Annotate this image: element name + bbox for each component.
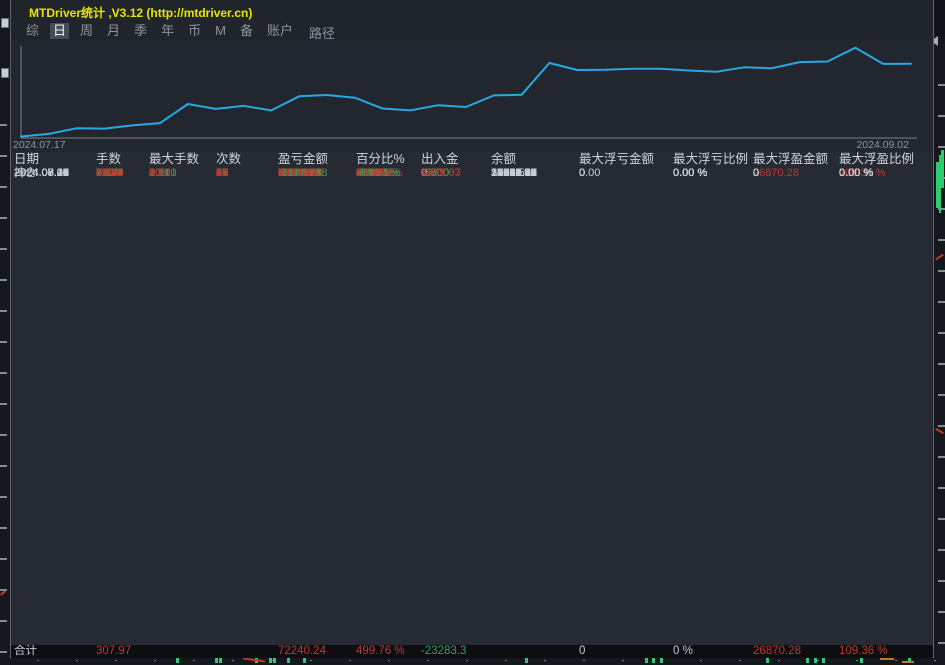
total-value-cell: 307.97 [96,645,132,657]
menu-tab-5[interactable]: 季 [131,23,150,39]
equity-chart-svg [20,46,917,139]
column-header: 百分比% [356,152,405,166]
background-volume-bar [525,658,528,663]
background-panel [935,0,945,34]
column-header: 余额 [491,152,517,166]
background-volume-bar [176,658,179,663]
column-header: 最大浮亏比例 [673,152,749,166]
value-cell: 2.00 [149,167,171,179]
background-window-right-sliver [931,0,945,665]
menu-tab-10[interactable]: 账户 [264,23,296,39]
total-value-cell [216,645,278,658]
background-chart-fragment [880,658,894,660]
background-volume-bar [822,658,825,663]
column-header: 最大浮盈金额 [753,152,829,166]
background-volume-bar [215,658,218,663]
column-header: 最大浮盈比例 [839,152,915,166]
background-scroll-button [1,18,9,28]
total-value-cell: 499.76 % [356,645,405,657]
chart-start-date-label: 2024.07.17 [13,139,66,151]
value-cell: 6.91 [96,167,118,179]
chart-end-date-label: 2024.09.02 [856,139,909,151]
menu-tab-3[interactable]: 周 [77,23,96,39]
menu-tab-2[interactable]: 日 [50,23,70,39]
total-value-cell [149,645,216,658]
value-cell: 24 [216,167,229,179]
equity-chart-pane[interactable]: 2024.07.17 2024.09.02 [11,40,933,152]
background-chart-fragment [902,661,914,663]
background-volume-bar [273,658,276,663]
menu-tab-7[interactable]: 币 [185,23,204,39]
table-row[interactable]: 2024.07.17 6.91 2.00 24 974.83 22.36 % 4359.67… [11,166,933,180]
background-axis-ticks [0,95,7,655]
column-header: 日期 [14,152,40,166]
total-value-cell: -23283.3 [421,645,467,657]
background-volume-bar [766,658,769,663]
window-title: MTDriver统计 ,V3.12 (http://mtdriver.cn) [29,6,253,20]
background-volume-bar [645,658,648,663]
background-volume-bar [860,658,863,663]
background-volume-bar [303,658,306,663]
background-volume-bar [806,658,809,663]
total-value-cell: 0 [579,645,586,657]
column-header: 最大浮亏金额 [579,152,655,166]
total-value-cell: 0 % [673,645,693,657]
value-cell: 5334.50 [491,167,531,179]
background-candle [936,162,939,208]
background-candle [941,150,944,188]
menu-bar: 综日周月季年币 M 备账户 路径 [11,22,933,41]
total-value-cell: 109.36 % [839,645,888,657]
title-bar[interactable]: MTDriver统计 ,V3.12 (http://mtdriver.cn) [11,0,933,22]
menu-tab-9[interactable]: 备 [237,23,256,39]
column-header: 手数 [96,152,122,166]
column-header: 最大手数 [149,152,200,166]
total-value-cell [491,645,579,658]
column-header: 盈亏金额 [278,152,329,166]
total-value-cell: 26870.28 [753,645,801,657]
background-volume-bar [287,658,290,663]
background-volume-bar [269,658,272,663]
table-total-row: 合计 307.97 72240.24 499.76 % -23283.3 0 0 % 2687… [11,645,933,658]
background-scroll-button [1,68,9,78]
value-cell: 0 [579,167,586,179]
value-cell: 0.00 % [673,167,708,179]
equity-curve [20,46,912,138]
background-window-left-sliver [0,0,10,665]
value-cell: 974.83 [278,167,312,179]
date-cell: 2024.07.17 [14,167,70,179]
background-volume-bar [652,658,655,663]
background-time-axis-ticks [0,660,945,661]
mtdriver-stats-window: MTDriver统计 ,V3.12 (http://mtdriver.cn) 综… [10,0,934,658]
value-cell: 22.36 % [356,167,397,179]
column-header: 次数 [216,152,242,166]
background-volume-bar [814,658,817,663]
total-value-cell: 72240.24 [278,645,326,657]
menu-tabs: 综日周月季年币 M 备账户 [23,22,296,40]
total-label-cell: 合计 [14,645,37,657]
table-header-row: 日期 手数 最大手数 次数 盈亏金额 百分比% 出入金 余额 最大浮亏金额 最大浮亏比例 最大浮盈金… [11,152,933,166]
menu-tab-4[interactable]: 月 [104,23,123,39]
column-header: 出入金 [421,152,459,166]
value-cell: 0.00 % [839,167,874,179]
background-volume-bar [660,658,663,663]
background-axis-ticks [938,55,945,655]
value-cell: 4359.67 [421,167,461,179]
background-volume-bar [219,658,222,663]
menu-tab-8[interactable]: M [212,23,229,39]
value-cell: 0 [753,167,760,179]
menu-tab-1[interactable]: 综 [23,23,42,39]
screen: MTDriver统计 ,V3.12 (http://mtdriver.cn) 综… [0,0,945,665]
menu-tab-6[interactable]: 年 [158,23,177,39]
